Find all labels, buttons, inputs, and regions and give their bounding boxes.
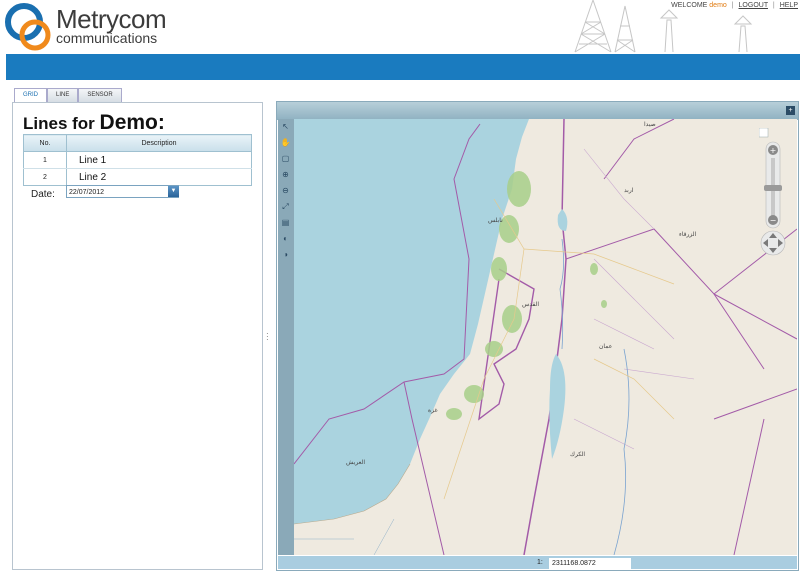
map-toolbar: ↖ ✋ ▢ ⊕ ⊖ ⤢ ▤ ◐ ◑	[278, 119, 294, 555]
map-tiles	[294, 119, 797, 555]
column-header-description[interactable]: Description	[66, 134, 252, 152]
previous-icon[interactable]: ◐	[280, 233, 291, 244]
maximize-icon[interactable]: +	[786, 106, 795, 115]
pointer-icon[interactable]: ↖	[280, 121, 291, 132]
username: demo	[709, 2, 727, 9]
zoom-control: + −	[759, 128, 786, 256]
separator: |	[731, 2, 734, 9]
logo-rings-icon	[5, 3, 51, 51]
tab-grid[interactable]: GRID	[14, 88, 47, 102]
map-label-zarqa: الزرقاء	[679, 232, 697, 238]
zoom-in-icon[interactable]: ⊕	[280, 169, 291, 180]
tab-line[interactable]: LINE	[47, 88, 79, 102]
map-label-irbid: اربد	[624, 188, 634, 194]
scale-label: 1:	[537, 559, 543, 566]
nav-bar	[6, 54, 800, 80]
title-name: Demo:	[99, 111, 165, 134]
map-canvas[interactable]: عمان الكرك القدس اربد غزة نابلس الزرقاء …	[294, 119, 797, 555]
date-label: Date:	[31, 189, 55, 200]
column-header-no[interactable]: No.	[23, 134, 67, 152]
page-title: Lines for Demo:	[23, 111, 165, 135]
welcome-text: WELCOME	[671, 2, 708, 9]
top-links: WELCOME demo | LOGOUT | HELP	[671, 2, 798, 9]
calendar-icon[interactable]: ▼	[168, 186, 179, 197]
help-link[interactable]: HELP	[780, 2, 798, 9]
tab-sensor[interactable]: SENSOR	[78, 88, 122, 102]
logout-link[interactable]: LOGOUT	[739, 2, 768, 9]
pan-icon[interactable]: ✋	[280, 137, 291, 148]
lines-table: No. Description 1 Line 1 2 Line 2	[23, 134, 252, 186]
map-label-nablus: نابلس	[488, 218, 503, 224]
zoom-box-icon[interactable]: ▢	[280, 153, 291, 164]
title-prefix: Lines for	[23, 114, 95, 133]
separator: |	[772, 2, 775, 9]
map-label-gaza: غزة	[428, 408, 438, 414]
map-label-arish: العريش	[346, 460, 366, 466]
map-label-karak: الكرك	[570, 452, 586, 458]
tab-strip: GRID LINE SENSOR	[14, 88, 122, 102]
row-description: Line 1	[66, 151, 252, 169]
brand-tagline: communications	[56, 30, 158, 46]
svg-text:−: −	[770, 216, 777, 225]
row-no: 2	[23, 168, 67, 186]
table-row[interactable]: 1 Line 1	[23, 151, 252, 169]
layers-icon[interactable]: ▤	[280, 217, 291, 228]
map-label-quds: القدس	[522, 302, 540, 308]
scale-input[interactable]: 2311168.0872	[549, 558, 631, 569]
zoom-out-icon[interactable]: ⊖	[280, 185, 291, 196]
next-icon[interactable]: ◑	[280, 249, 291, 260]
date-field[interactable]: 22/07/2012	[66, 185, 179, 198]
lines-panel: Lines for Demo: No. Description 1 Line 1…	[12, 102, 263, 570]
header: Metrycom communications WELCOME demo | L…	[0, 0, 800, 54]
map-label-amman: عمان	[599, 344, 613, 350]
table-row[interactable]: 2 Line 2	[23, 168, 252, 186]
map-panel-header: +	[277, 102, 798, 120]
svg-text:+: +	[770, 146, 777, 155]
row-no: 1	[23, 151, 67, 169]
row-description: Line 2	[66, 168, 252, 186]
brand-name: Metrycom	[56, 4, 167, 34]
extent-icon[interactable]: ⤢	[280, 201, 291, 212]
map-label-saida: صيدا	[644, 122, 656, 128]
splitter-handle[interactable]: · · ·	[266, 330, 269, 344]
